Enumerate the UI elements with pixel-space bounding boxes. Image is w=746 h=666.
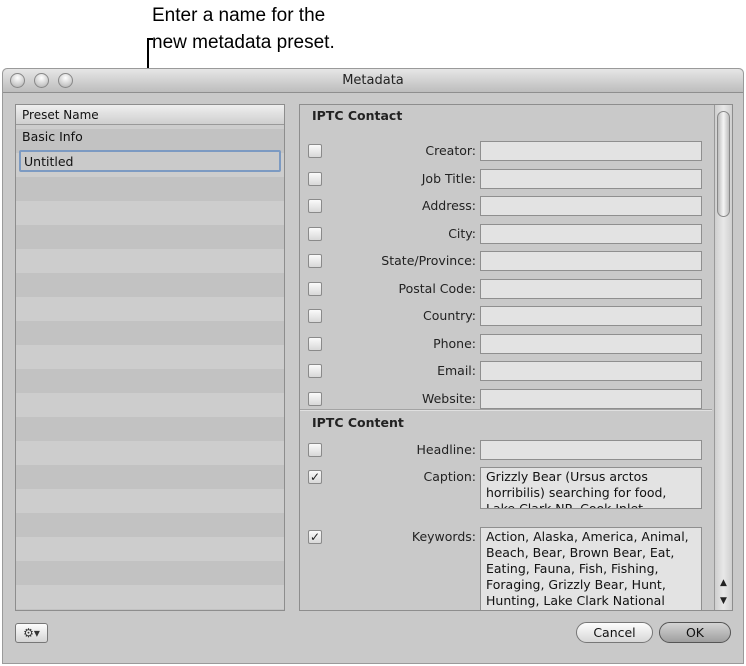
city-label: City: bbox=[448, 225, 476, 241]
field-row: Headline: bbox=[300, 440, 710, 460]
state-province-label: State/Province: bbox=[381, 253, 476, 268]
phone-field[interactable] bbox=[480, 333, 702, 354]
website-label: Website: bbox=[421, 390, 476, 406]
cancel-button[interactable]: Cancel bbox=[576, 622, 653, 643]
vertical-scrollbar[interactable]: ▲ ▼ bbox=[714, 105, 732, 610]
metadata-fields-panel: ▲ ▼ IPTC Contact Creator: Job Title: Addres… bbox=[299, 104, 733, 611]
field-row: ✓ Keywords: Action, Alaska, America, Anima… bbox=[300, 527, 710, 610]
preset-name-input[interactable] bbox=[19, 150, 281, 172]
headline-label: Headline: bbox=[416, 442, 476, 457]
email-label: Email: bbox=[437, 363, 476, 378]
preset-item-basic-info[interactable]: Basic Info bbox=[16, 125, 284, 149]
headline-field[interactable] bbox=[480, 440, 702, 460]
metadata-window: Metadata Preset Name Basic Info ▲ ▼ IPTC… bbox=[2, 68, 744, 664]
state-province-field[interactable] bbox=[480, 251, 702, 271]
country-field[interactable] bbox=[480, 306, 702, 326]
title-bar[interactable]: Metadata bbox=[3, 69, 743, 93]
keywords-field[interactable]: Action, Alaska, America, Animal, Beach, … bbox=[480, 527, 702, 610]
callout-text: Enter a name for the new metadata preset… bbox=[152, 2, 335, 56]
section-title: IPTC Contact bbox=[312, 108, 403, 123]
city-field[interactable] bbox=[480, 223, 702, 244]
creator-checkbox[interactable] bbox=[308, 144, 322, 158]
field-row: ✓ Caption: Grizzly Bear (Ursus arctos horr… bbox=[300, 467, 710, 509]
phone-label: Phone: bbox=[433, 335, 476, 351]
scroll-up-arrow-icon[interactable]: ▲ bbox=[715, 575, 732, 591]
phone-checkbox[interactable] bbox=[308, 336, 322, 351]
callout-pointer-tick bbox=[147, 38, 153, 40]
field-row: Website: bbox=[300, 388, 710, 409]
city-checkbox[interactable] bbox=[308, 226, 322, 241]
preset-list: Preset Name Basic Info bbox=[15, 104, 285, 611]
field-row: Creator: bbox=[300, 141, 710, 161]
job-title-field[interactable] bbox=[480, 168, 702, 189]
creator-field[interactable] bbox=[480, 141, 702, 161]
callout-line-2: new metadata preset. bbox=[152, 32, 335, 53]
country-label: Country: bbox=[423, 308, 476, 323]
preset-name-column-header[interactable]: Preset Name bbox=[16, 105, 284, 125]
ok-button[interactable]: OK bbox=[659, 622, 731, 643]
country-checkbox[interactable] bbox=[308, 309, 322, 323]
state-province-checkbox[interactable] bbox=[308, 254, 322, 268]
caption-label: Caption: bbox=[423, 469, 476, 484]
gear-menu-button[interactable]: ⚙▾ bbox=[15, 623, 48, 643]
section-title: IPTC Content bbox=[312, 415, 404, 430]
scroll-down-arrow-icon[interactable]: ▼ bbox=[715, 593, 732, 609]
address-label: Address: bbox=[422, 198, 476, 213]
address-checkbox[interactable] bbox=[308, 199, 322, 213]
field-row: City: bbox=[300, 223, 710, 244]
field-row: State/Province: bbox=[300, 251, 710, 271]
section-divider bbox=[300, 409, 712, 410]
job-title-checkbox[interactable] bbox=[308, 171, 322, 186]
field-row: Address: bbox=[300, 196, 710, 216]
keywords-label: Keywords: bbox=[411, 529, 476, 544]
email-checkbox[interactable] bbox=[308, 364, 322, 378]
scrollbar-thumb[interactable] bbox=[717, 111, 730, 217]
postal-code-label: Postal Code: bbox=[398, 280, 476, 296]
caption-checkbox[interactable]: ✓ bbox=[308, 470, 322, 484]
postal-code-field[interactable] bbox=[480, 278, 702, 299]
job-title-label: Job Title: bbox=[421, 170, 476, 186]
website-checkbox[interactable] bbox=[308, 391, 322, 406]
address-field[interactable] bbox=[480, 196, 702, 216]
window-title: Metadata bbox=[342, 73, 404, 88]
field-row: Job Title: bbox=[300, 168, 710, 189]
callout-line-1: Enter a name for the bbox=[152, 5, 326, 26]
caption-field[interactable]: Grizzly Bear (Ursus arctos horribilis) s… bbox=[480, 467, 702, 509]
email-field[interactable] bbox=[480, 361, 702, 381]
keywords-checkbox[interactable]: ✓ bbox=[308, 530, 322, 544]
postal-code-checkbox[interactable] bbox=[308, 281, 322, 296]
headline-checkbox[interactable] bbox=[308, 443, 322, 457]
field-row: Country: bbox=[300, 306, 710, 326]
creator-label: Creator: bbox=[425, 143, 476, 158]
website-field[interactable] bbox=[480, 388, 702, 409]
field-row: Postal Code: bbox=[300, 278, 710, 299]
field-row: Phone: bbox=[300, 333, 710, 354]
field-row: Email: bbox=[300, 361, 710, 381]
